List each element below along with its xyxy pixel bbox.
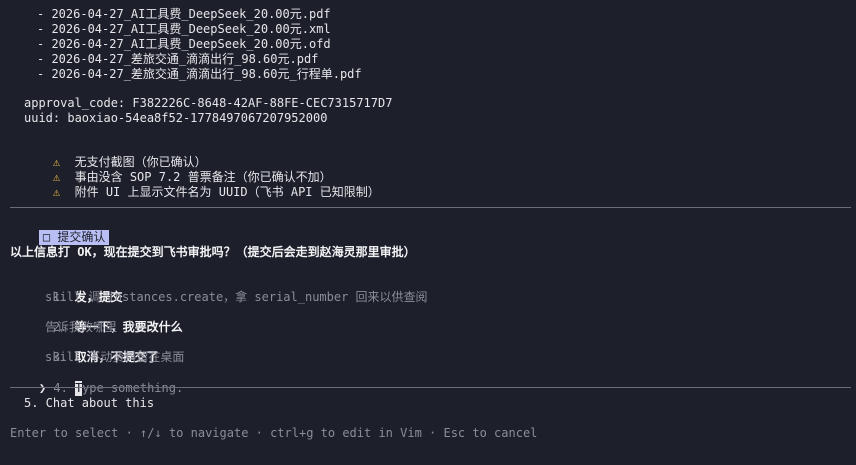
text-cursor[interactable]: T [75,381,82,396]
file-item: - 2026-04-27_差旅交通_滴滴出行_98.60元.pdf [37,52,319,66]
file-item: - 2026-04-27_AI工具费_DeepSeek_20.00元.xml [37,22,331,36]
footer-hint: Enter to select · ↑/↓ to navigate · ctrl… [10,426,538,440]
warning-text: 附件 UI 上显示文件名为 UUID（飞书 API 已知限制） [74,185,380,199]
option-number: 4. [53,381,68,395]
warning-icon: ⚠ [52,185,61,199]
file-item: - 2026-04-27_AI工具费_DeepSeek_20.00元.pdf [37,7,331,21]
input-placeholder[interactable]: ype something. [82,381,183,395]
divider [10,207,851,208]
option-description: 告诉我改哪里 [45,320,118,334]
divider [10,387,851,388]
question-text: 以上信息打 OK，现在提交到飞书审批吗？（提交后会走到赵海灵那里审批） [10,245,416,259]
file-item: - 2026-04-27_差旅交通_滴滴出行_98.60元_行程单.pdf [37,67,362,81]
uuid-text: uuid: baoxiao-54ea8f52-17784970672079520… [24,111,328,125]
terminal-window: - 2026-04-27_AI工具费_DeepSeek_20.00元.pdf -… [0,0,856,465]
option-5-chat[interactable]: 5. Chat about this [24,396,154,411]
section-badge: □ 提交确认 [38,230,110,245]
chevron-right-icon: ❯ [38,381,47,395]
warning-row: ⚠ 附件 UI 上显示文件名为 UUID（飞书 API 已知限制） [24,170,380,215]
option-description: skill 不动资料留在桌面 [45,350,185,364]
approval-code: approval_code: F382226C-8648-42AF-88FE-C… [24,96,393,110]
file-item: - 2026-04-27_AI工具费_DeepSeek_20.00元.ofd [37,37,331,51]
option-description: skill 调 instances.create，拿 serial_number… [45,290,428,304]
